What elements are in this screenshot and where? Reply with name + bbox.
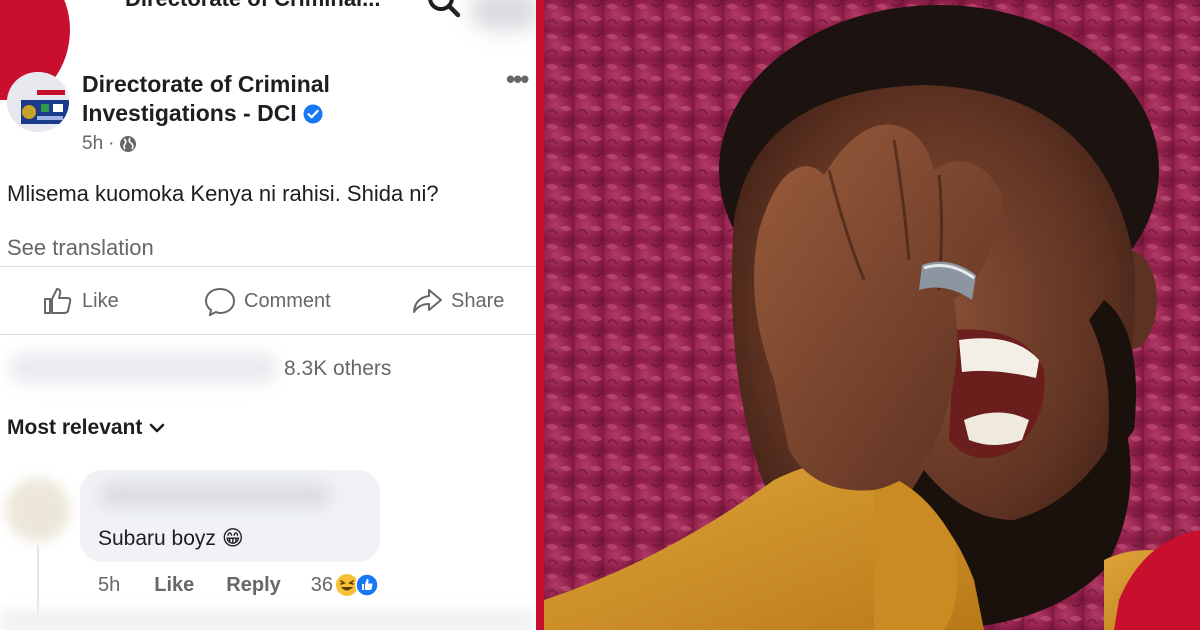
blurred-header-element xyxy=(470,0,536,30)
post-meta: 5h · xyxy=(82,133,137,155)
share-label: Share xyxy=(451,289,505,312)
commenter-avatar[interactable] xyxy=(6,478,70,542)
post-author-line2[interactable]: Investigations - DCI xyxy=(82,99,297,128)
globe-icon xyxy=(120,136,137,152)
post-time[interactable]: 5h xyxy=(82,133,103,155)
comment-reaction-count: 36 xyxy=(310,573,333,596)
blurred-next-comment xyxy=(0,610,536,630)
comment-actions: 5h Like Reply 36 xyxy=(98,573,379,597)
comment-reply-button[interactable]: Reply xyxy=(226,574,280,597)
laughing-man-photo xyxy=(544,0,1200,630)
blurred-reaction-names xyxy=(8,353,278,383)
divider xyxy=(0,266,536,267)
photo-illustration xyxy=(544,0,1200,630)
comment-label: Comment xyxy=(244,289,331,312)
see-translation-link[interactable]: See translation xyxy=(7,235,154,261)
comment-sort-dropdown[interactable]: Most relevant xyxy=(7,416,166,440)
search-icon[interactable] xyxy=(426,0,462,20)
page-avatar[interactable] xyxy=(7,72,69,132)
like-icon xyxy=(44,288,72,314)
comment-sort-label: Most relevant xyxy=(7,416,143,439)
meta-separator: · xyxy=(108,133,115,154)
comment-like-button[interactable]: Like xyxy=(154,574,194,597)
more-icon[interactable]: ••• xyxy=(506,64,529,95)
reactions-others-count: 8.3K others xyxy=(284,357,392,380)
post-author[interactable]: Directorate of Criminal Investigations -… xyxy=(82,70,382,128)
verified-icon xyxy=(303,104,323,123)
comment-reactions[interactable]: 36 xyxy=(311,573,379,597)
blurred-commenter-name xyxy=(100,484,330,506)
comment-button[interactable]: Comment xyxy=(204,286,331,316)
like-reaction-icon xyxy=(355,573,379,597)
like-label: Like xyxy=(82,289,119,312)
comment-time[interactable]: 5h xyxy=(98,574,120,597)
like-button[interactable]: Like xyxy=(42,286,119,316)
reactions-summary[interactable]: 8.3K others xyxy=(0,345,536,391)
comment-bubble: Subaru boyz 😁 xyxy=(80,470,380,562)
page-header-title: Directorate of Criminal... xyxy=(125,0,381,12)
share-icon xyxy=(413,289,442,313)
post-author-line1[interactable]: Directorate of Criminal xyxy=(82,70,382,99)
comment-body: Subaru boyz xyxy=(98,526,216,550)
comment-text: Subaru boyz 😁 xyxy=(98,526,244,551)
comment-icon xyxy=(204,287,236,316)
grin-emoji: 😁 xyxy=(221,527,244,550)
share-button[interactable]: Share xyxy=(411,286,504,316)
dci-logo-icon xyxy=(7,72,69,132)
facebook-post-screenshot: Directorate of Criminal... Directorate o… xyxy=(0,0,536,630)
divider xyxy=(0,334,536,335)
separator-bar xyxy=(536,0,544,630)
chevron-down-icon xyxy=(150,423,165,433)
post-text: Mlisema kuomoka Kenya ni rahisi. Shida n… xyxy=(7,181,439,206)
